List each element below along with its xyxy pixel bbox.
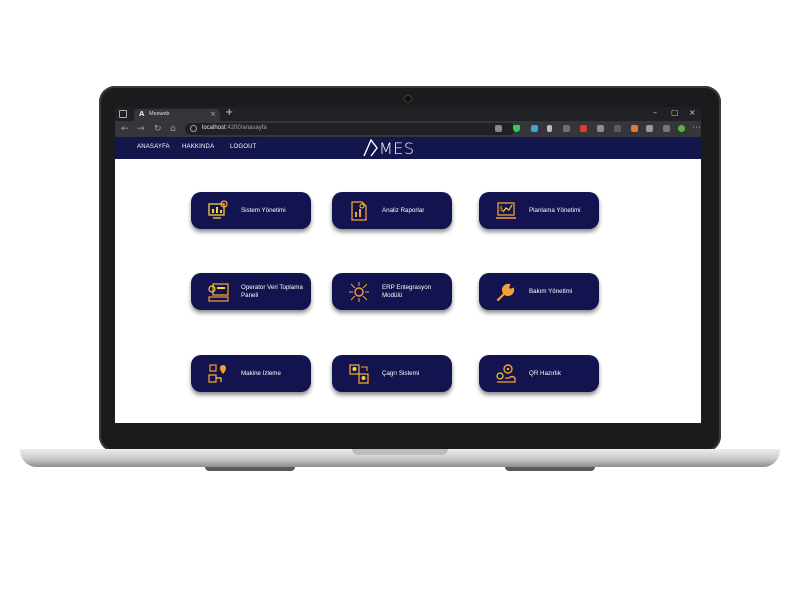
- module-card-qr-hazirlik[interactable]: QR Hazırlık: [479, 355, 599, 392]
- module-label: Sistem Yönetimi: [241, 206, 286, 214]
- puzzle-extension-icon[interactable]: [646, 125, 653, 132]
- shield-extension-icon[interactable]: [513, 125, 520, 132]
- monitor-gear-icon: [208, 200, 228, 219]
- minimize-icon[interactable]: –: [653, 108, 657, 117]
- app-navbar: ANASAYFA HAKKINDA LOGOUT MES: [115, 137, 701, 159]
- module-label: Bakım Yönetimi: [529, 287, 573, 295]
- tab-close-icon[interactable]: ×: [210, 110, 216, 118]
- browser-toolbar: ← → ↻ ⌂ localhost:4200/anasayfa ⋯: [115, 121, 701, 137]
- browser-tab[interactable]: A Mesweb ×: [134, 109, 220, 121]
- module-label: Makine Izleme: [241, 369, 281, 377]
- pen-extension-icon[interactable]: [547, 125, 552, 132]
- nav-link-logout[interactable]: LOGOUT: [230, 144, 257, 150]
- module-label: Planlama Yönetimi: [529, 206, 581, 214]
- qr-gears-icon: [496, 364, 516, 383]
- collections-icon[interactable]: [663, 125, 670, 132]
- address-bar[interactable]: localhost:4200/anasayfa: [185, 123, 515, 135]
- tab-favicon-icon: A: [139, 110, 145, 118]
- module-label: ERP Entegrasyon Modülü: [382, 284, 432, 299]
- tab-strip: A Mesweb × + – ▢ ×: [115, 107, 701, 121]
- address-url: localhost:4200/anasayfa: [202, 125, 267, 131]
- module-card-sistem-yonetimi[interactable]: Sistem Yönetimi: [191, 192, 311, 229]
- module-label: QR Hazırlık: [529, 369, 561, 377]
- network-gear-icon: [349, 282, 369, 302]
- grey-extension-icon[interactable]: [563, 125, 570, 132]
- laptop-foot-right: [505, 467, 595, 471]
- forward-icon[interactable]: →: [137, 123, 145, 135]
- machine-tracking-icon: [208, 364, 226, 383]
- back-icon[interactable]: ←: [121, 123, 129, 135]
- module-card-planlama-yonetimi[interactable]: $ Planlama Yönetimi: [479, 192, 599, 229]
- blue-extension-icon[interactable]: [531, 125, 538, 132]
- module-card-analiz-raporlar[interactable]: Analiz Raporlar: [332, 192, 452, 229]
- red-extension-icon[interactable]: [580, 125, 587, 132]
- url-host: localhost: [202, 125, 226, 131]
- window-menu-icon[interactable]: [119, 110, 127, 118]
- url-path: :4200/anasayfa: [225, 125, 267, 131]
- more-menu-icon[interactable]: ⋯: [692, 122, 701, 134]
- module-label: Çagrı Sistemi: [382, 369, 420, 377]
- tab-title: Mesweb: [149, 111, 170, 117]
- dollar-chart-laptop-icon: $: [496, 202, 516, 219]
- logo-text: MES: [379, 139, 415, 158]
- window-close-icon[interactable]: ×: [689, 108, 696, 117]
- orange-extension-icon[interactable]: [631, 125, 638, 132]
- new-tab-icon[interactable]: +: [225, 107, 233, 118]
- nav-link-hakkinda[interactable]: HAKKINDA: [182, 144, 214, 150]
- module-card-makine-izleme[interactable]: Makine Izleme: [191, 355, 311, 392]
- module-label: Operator Veri Toplama Paneli: [241, 284, 303, 299]
- app-logo[interactable]: MES: [363, 138, 423, 158]
- module-card-bakim-yonetimi[interactable]: Bakım Yönetimi: [479, 273, 599, 310]
- camera-extension-icon[interactable]: [495, 125, 502, 132]
- call-system-icon: [349, 364, 369, 384]
- home-icon[interactable]: ⌂: [170, 123, 176, 135]
- profile-avatar[interactable]: [678, 125, 685, 132]
- svg-text:$: $: [499, 205, 503, 213]
- module-card-cagri-sistemi[interactable]: Çagrı Sistemi: [332, 355, 452, 392]
- site-info-icon[interactable]: [190, 125, 197, 132]
- user-extension-icon[interactable]: [614, 125, 621, 132]
- browser-window: A Mesweb × + – ▢ × ← → ↻ ⌂ localhost:420…: [115, 107, 701, 423]
- reload-icon[interactable]: ↻: [154, 123, 162, 135]
- webcam: [405, 96, 411, 102]
- module-label: Analiz Raporlar: [382, 206, 425, 214]
- module-card-operator-veri[interactable]: Operator Veri Toplama Paneli: [191, 273, 311, 310]
- logo-mark-icon: [363, 139, 378, 157]
- laptop-notch: [352, 449, 448, 455]
- report-document-icon: [351, 201, 367, 221]
- nav-link-anasayfa[interactable]: ANASAYFA: [137, 144, 170, 150]
- operator-console-icon: [208, 283, 229, 302]
- maximize-icon[interactable]: ▢: [671, 108, 679, 117]
- tools-extension-icon[interactable]: [597, 125, 604, 132]
- module-card-erp-entegrasyon[interactable]: ERP Entegrasyon Modülü: [332, 273, 452, 310]
- laptop-foot-left: [205, 467, 295, 471]
- wrench-icon: [496, 283, 515, 302]
